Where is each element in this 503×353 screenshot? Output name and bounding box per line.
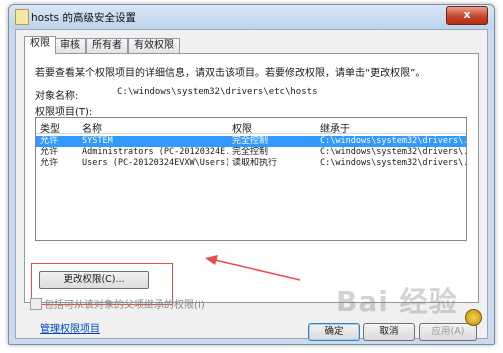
coin-icon bbox=[465, 309, 482, 326]
tab-permissions[interactable]: 权限 bbox=[24, 36, 56, 54]
watermark: Bai 经验 bbox=[336, 285, 458, 318]
